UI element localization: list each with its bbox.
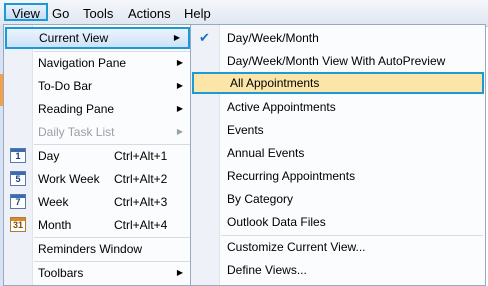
submenu-arrow-icon: ▶ bbox=[176, 268, 183, 277]
menu-item-daily-task-list: Daily Task List ▶ bbox=[4, 121, 191, 143]
submenu-item-define-views[interactable]: Define Views... bbox=[191, 259, 485, 281]
current-view-label: Current View bbox=[39, 31, 109, 45]
work-week-shortcut: Ctrl+Alt+2 bbox=[114, 172, 168, 186]
customize-current-view-label: Customize Current View... bbox=[227, 240, 366, 254]
checkmark-icon: ✔ bbox=[199, 30, 210, 45]
recurring-appointments-label: Recurring Appointments bbox=[227, 169, 356, 183]
week-shortcut: Ctrl+Alt+3 bbox=[114, 195, 168, 209]
submenu-item-events[interactable]: Events bbox=[191, 119, 485, 141]
toolbars-label: Toolbars bbox=[38, 266, 84, 280]
annual-events-label: Annual Events bbox=[227, 146, 305, 160]
submenu-arrow-icon: ▶ bbox=[176, 104, 183, 113]
calendar-week-icon: 7 bbox=[10, 194, 26, 209]
menu-item-month[interactable]: 31 Month Ctrl+Alt+4 bbox=[4, 214, 191, 236]
menu-item-reminders-window[interactable]: Reminders Window bbox=[4, 238, 191, 260]
submenu-arrow-icon: ▶ bbox=[176, 127, 183, 136]
daily-task-list-label: Daily Task List bbox=[38, 125, 115, 139]
by-category-label: By Category bbox=[227, 192, 294, 206]
submenu-item-active-appointments[interactable]: Active Appointments bbox=[191, 96, 485, 118]
week-label: Week bbox=[38, 195, 69, 209]
calendar-day-icon: 1 bbox=[10, 148, 26, 163]
menu-item-work-week[interactable]: 5 Work Week Ctrl+Alt+2 bbox=[4, 168, 191, 190]
month-shortcut: Ctrl+Alt+4 bbox=[114, 218, 168, 232]
submenu-item-all-appointments[interactable]: All Appointments bbox=[192, 72, 484, 94]
reminders-window-label: Reminders Window bbox=[38, 242, 143, 256]
submenu-arrow-icon: ▶ bbox=[176, 81, 183, 90]
navigation-pane-label: Navigation Pane bbox=[38, 56, 127, 70]
current-view-submenu: ✔ Day/Week/Month Day/Week/Month View Wit… bbox=[190, 24, 486, 286]
menu-actions[interactable]: Actions bbox=[128, 6, 171, 21]
month-label: Month bbox=[38, 218, 72, 232]
day-week-month-label: Day/Week/Month bbox=[227, 31, 319, 45]
dwm-autopreview-label: Day/Week/Month View With AutoPreview bbox=[227, 54, 446, 68]
calendar-month-icon: 31 bbox=[10, 217, 26, 232]
menu-go[interactable]: Go bbox=[52, 6, 69, 21]
menu-item-navigation-pane[interactable]: Navigation Pane ▶ bbox=[4, 52, 191, 74]
menu-item-reading-pane[interactable]: Reading Pane ▶ bbox=[4, 98, 191, 120]
define-views-label: Define Views... bbox=[227, 263, 307, 277]
submenu-arrow-icon: ▶ bbox=[176, 58, 183, 67]
todo-bar-label: To-Do Bar bbox=[38, 79, 93, 93]
submenu-item-dwm-autopreview[interactable]: Day/Week/Month View With AutoPreview bbox=[191, 50, 485, 72]
menu-tools[interactable]: Tools bbox=[83, 6, 113, 21]
day-shortcut: Ctrl+Alt+1 bbox=[114, 149, 168, 163]
menu-item-day[interactable]: 1 Day Ctrl+Alt+1 bbox=[4, 145, 191, 167]
reading-pane-label: Reading Pane bbox=[38, 102, 115, 116]
outlook-data-files-label: Outlook Data Files bbox=[227, 215, 326, 229]
active-appointments-label: Active Appointments bbox=[227, 100, 336, 114]
events-label: Events bbox=[227, 123, 264, 137]
menu-bar: View Go Tools Actions Help bbox=[0, 0, 488, 27]
menu-item-current-view[interactable]: Current View ▶ bbox=[5, 27, 190, 49]
menu-item-todo-bar[interactable]: To-Do Bar ▶ bbox=[4, 75, 191, 97]
menu-help[interactable]: Help bbox=[184, 6, 211, 21]
view-menu: Current View ▶ Navigation Pane ▶ To-Do B… bbox=[3, 24, 192, 286]
work-week-label: Work Week bbox=[38, 172, 100, 186]
all-appointments-label: All Appointments bbox=[230, 76, 320, 90]
submenu-item-by-category[interactable]: By Category bbox=[191, 188, 485, 210]
submenu-arrow-icon: ▶ bbox=[173, 33, 180, 42]
submenu-item-customize-current-view[interactable]: Customize Current View... bbox=[191, 236, 485, 258]
menu-view[interactable]: View bbox=[4, 3, 48, 21]
menu-item-week[interactable]: 7 Week Ctrl+Alt+3 bbox=[4, 191, 191, 213]
submenu-item-outlook-data-files[interactable]: Outlook Data Files bbox=[191, 211, 485, 233]
menu-item-toolbars[interactable]: Toolbars ▶ bbox=[4, 262, 191, 284]
day-label: Day bbox=[38, 149, 60, 163]
calendar-work-week-icon: 5 bbox=[10, 171, 26, 186]
submenu-item-annual-events[interactable]: Annual Events bbox=[191, 142, 485, 164]
submenu-item-day-week-month[interactable]: ✔ Day/Week/Month bbox=[191, 27, 485, 49]
submenu-item-recurring-appointments[interactable]: Recurring Appointments bbox=[191, 165, 485, 187]
